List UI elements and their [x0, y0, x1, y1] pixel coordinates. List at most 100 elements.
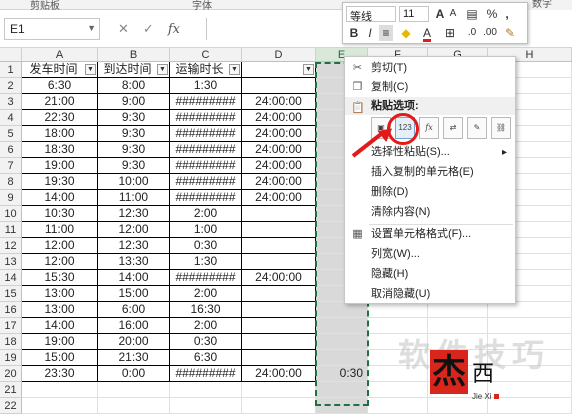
- font-color-button[interactable]: A: [419, 25, 435, 41]
- italic-button[interactable]: I: [363, 25, 377, 41]
- table-cell-a[interactable]: 15:30: [22, 270, 98, 286]
- table-cell-d[interactable]: 24:00:00: [242, 94, 316, 110]
- table-cell-c[interactable]: 0:30: [170, 334, 242, 350]
- table-cell-b[interactable]: 6:00: [98, 302, 170, 318]
- filter-dropdown-icon[interactable]: ▼: [303, 64, 314, 75]
- table-cell-b[interactable]: 12:00: [98, 222, 170, 238]
- table-cell-d[interactable]: 24:00:00: [242, 142, 316, 158]
- cancel-icon[interactable]: ✕: [118, 21, 129, 37]
- empty-cell[interactable]: [368, 302, 428, 318]
- header-cell-c[interactable]: 运输时长 ▼: [170, 62, 242, 78]
- row-header[interactable]: 4: [0, 110, 22, 126]
- table-cell-a[interactable]: 18:30: [22, 142, 98, 158]
- table-cell-a[interactable]: 22:30: [22, 110, 98, 126]
- table-cell-d[interactable]: 24:00:00: [242, 190, 316, 206]
- table-cell-a[interactable]: 19:00: [22, 158, 98, 174]
- row-header[interactable]: 1: [0, 62, 22, 78]
- header-cell-a[interactable]: 发车时间 ▼: [22, 62, 98, 78]
- empty-cell[interactable]: [488, 302, 572, 318]
- comma-button[interactable]: ,: [501, 6, 513, 22]
- row-header[interactable]: 16: [0, 302, 22, 318]
- paste-link-icon[interactable]: ⛓: [491, 117, 511, 139]
- menu-item-insert-copied[interactable]: 插入复制的单元格(E): [345, 163, 515, 182]
- menu-item-copy[interactable]: ❐ 复制(C): [345, 78, 515, 97]
- table-cell-c[interactable]: 0:30: [170, 238, 242, 254]
- table-cell-c[interactable]: #########: [170, 190, 242, 206]
- select-all-corner[interactable]: [0, 48, 22, 62]
- font-size-box[interactable]: 11: [399, 6, 429, 22]
- table-cell-c[interactable]: 1:00: [170, 222, 242, 238]
- decrease-decimal-icon[interactable]: .00: [483, 25, 497, 41]
- empty-cell[interactable]: [22, 382, 98, 398]
- row-header[interactable]: 17: [0, 318, 22, 334]
- table-cell-d[interactable]: 24:00:00: [242, 270, 316, 286]
- format-painter-icon[interactable]: ✎: [503, 25, 517, 41]
- table-cell-d[interactable]: [242, 334, 316, 350]
- row-header[interactable]: 6: [0, 142, 22, 158]
- table-cell-b[interactable]: 0:00: [98, 366, 170, 382]
- table-cell-c[interactable]: #########: [170, 110, 242, 126]
- table-cell-a[interactable]: 12:00: [22, 238, 98, 254]
- table-cell-b[interactable]: 12:30: [98, 206, 170, 222]
- row-header[interactable]: 2: [0, 78, 22, 94]
- table-cell-a[interactable]: 18:00: [22, 126, 98, 142]
- table-cell-a[interactable]: 12:00: [22, 254, 98, 270]
- table-cell-a[interactable]: 19:00: [22, 334, 98, 350]
- table-cell-c[interactable]: 1:30: [170, 78, 242, 94]
- empty-cell[interactable]: [488, 398, 572, 414]
- table-cell-d[interactable]: 24:00:00: [242, 110, 316, 126]
- menu-item-clear[interactable]: 清除内容(N): [345, 203, 515, 222]
- column-header-c[interactable]: C: [170, 48, 242, 62]
- formula-input[interactable]: [206, 18, 346, 40]
- table-cell-c[interactable]: #########: [170, 158, 242, 174]
- menu-item-paste-special[interactable]: 选择性粘贴(S)... ▸: [345, 143, 515, 162]
- table-cell-b[interactable]: 12:30: [98, 238, 170, 254]
- empty-cell[interactable]: [242, 382, 316, 398]
- table-cell-c[interactable]: 2:00: [170, 286, 242, 302]
- table-cell-c[interactable]: #########: [170, 174, 242, 190]
- empty-cell[interactable]: [368, 398, 428, 414]
- table-cell-d[interactable]: 24:00:00: [242, 126, 316, 142]
- table-cell-c[interactable]: #########: [170, 142, 242, 158]
- table-cell-a[interactable]: 14:00: [22, 318, 98, 334]
- table-cell-e[interactable]: 0:30: [316, 366, 368, 382]
- column-header-d[interactable]: D: [242, 48, 316, 62]
- align-center-icon[interactable]: ≡: [379, 25, 393, 41]
- table-cell-d[interactable]: [242, 222, 316, 238]
- header-cell-d[interactable]: ▼: [242, 62, 316, 78]
- filter-dropdown-icon[interactable]: ▼: [229, 64, 240, 75]
- paste-transpose-icon[interactable]: ⇄: [443, 117, 463, 139]
- font-name-box[interactable]: 等线: [346, 6, 396, 23]
- bold-button[interactable]: B: [347, 25, 361, 41]
- menu-item-column-width[interactable]: 列宽(W)...: [345, 245, 515, 264]
- table-cell-e[interactable]: [316, 318, 368, 334]
- table-cell-e[interactable]: [316, 334, 368, 350]
- increase-decimal-icon[interactable]: .0: [465, 25, 479, 41]
- menu-item-unhide[interactable]: 取消隐藏(U): [345, 285, 515, 304]
- row-header[interactable]: 11: [0, 222, 22, 238]
- row-header[interactable]: 7: [0, 158, 22, 174]
- chevron-down-icon[interactable]: ▼: [87, 23, 96, 33]
- table-cell-b[interactable]: 9:30: [98, 158, 170, 174]
- table-cell-c[interactable]: 2:00: [170, 318, 242, 334]
- empty-cell[interactable]: [316, 398, 368, 414]
- empty-cell[interactable]: [170, 398, 242, 414]
- table-cell-a[interactable]: 13:00: [22, 302, 98, 318]
- row-header[interactable]: 10: [0, 206, 22, 222]
- table-cell-b[interactable]: 9:30: [98, 142, 170, 158]
- row-header[interactable]: 15: [0, 286, 22, 302]
- insert-function-icon[interactable]: fx: [168, 22, 180, 37]
- paste-formulas-icon[interactable]: fx: [419, 117, 439, 139]
- table-cell-a[interactable]: 23:30: [22, 366, 98, 382]
- grow-font-button[interactable]: A: [433, 6, 447, 22]
- row-header[interactable]: 20: [0, 366, 22, 382]
- filter-dropdown-icon[interactable]: ▼: [157, 64, 168, 75]
- table-cell-c[interactable]: #########: [170, 126, 242, 142]
- menu-item-delete[interactable]: 删除(D): [345, 183, 515, 202]
- fill-color-icon[interactable]: ◆: [397, 25, 415, 41]
- table-cell-e[interactable]: [316, 302, 368, 318]
- name-box[interactable]: E1 ▼: [4, 18, 100, 40]
- row-header[interactable]: 12: [0, 238, 22, 254]
- table-cell-e[interactable]: [316, 350, 368, 366]
- row-header[interactable]: 22: [0, 398, 22, 414]
